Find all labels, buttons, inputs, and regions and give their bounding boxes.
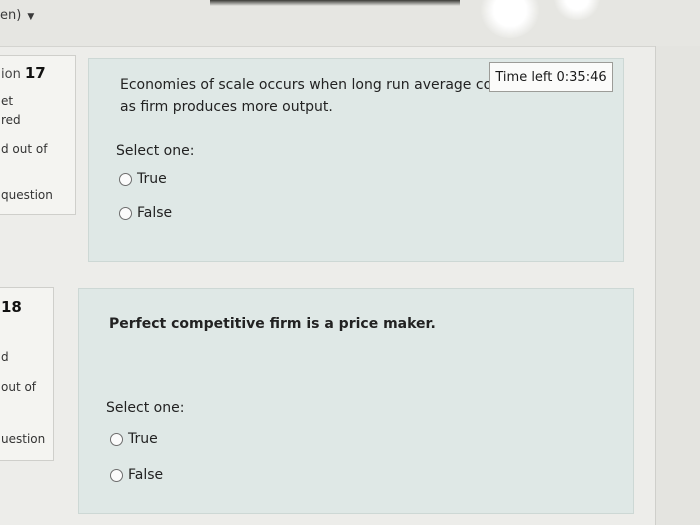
question-text-line2: as firm produces more output. [120, 99, 333, 115]
top-bar: en) ▼ [0, 0, 700, 47]
option-true[interactable]: True [110, 431, 158, 447]
question-status: et [1, 94, 14, 108]
question-marks: d out of [1, 142, 48, 156]
light-glare [552, 0, 602, 20]
option-label: False [128, 467, 164, 483]
question-status-line2: red [1, 113, 21, 127]
question-marks: out of [1, 380, 37, 394]
option-true[interactable]: True [119, 171, 167, 187]
radio-button[interactable] [119, 172, 132, 186]
question-status: d [1, 350, 9, 364]
option-label: False [137, 205, 173, 221]
question-number-value: 17 [24, 64, 46, 82]
question-number-prefix: ion [1, 67, 21, 82]
question-number-value: 18 [1, 298, 22, 316]
question-number: 18 [0, 298, 22, 316]
light-glare [480, 0, 540, 38]
option-false[interactable]: False [119, 205, 172, 221]
language-label: en) [0, 8, 22, 23]
question-text: Perfect competitive firm is a price make… [109, 316, 436, 332]
select-one-label: Select one: [106, 400, 185, 416]
question-number: ion 17 [1, 64, 46, 82]
radio-button[interactable] [110, 432, 123, 446]
radio-button[interactable] [119, 206, 132, 220]
question-text-line1: Economies of scale occurs when long run … [120, 77, 493, 93]
option-label: True [128, 431, 158, 447]
caret-down-icon: ▼ [27, 12, 35, 22]
right-panel [655, 46, 700, 525]
flag-question-link[interactable]: uestion [1, 432, 45, 446]
question-info-18: 18 d out of uestion [0, 287, 54, 461]
question-info-17: ion 17 et red d out of question [0, 55, 76, 215]
flag-question-link[interactable]: question [1, 188, 53, 202]
option-false[interactable]: False [110, 467, 163, 483]
time-left-badge: Time left 0:35:46 [489, 62, 613, 92]
language-selector[interactable]: en) ▼ [0, 8, 34, 23]
question-content-18: Perfect competitive firm is a price make… [78, 288, 634, 514]
option-label: True [137, 171, 167, 187]
select-one-label: Select one: [116, 143, 195, 159]
radio-button[interactable] [110, 468, 123, 482]
screen-edge-shadow [210, 0, 460, 6]
